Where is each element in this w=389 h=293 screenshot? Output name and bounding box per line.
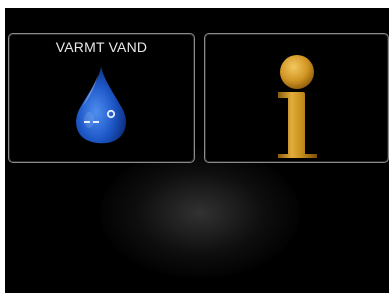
info-tile[interactable]	[204, 33, 389, 163]
water-drop-icon	[76, 66, 126, 144]
display-screen: VARMT VAND	[5, 8, 389, 293]
background-glow	[100, 148, 300, 278]
hot-water-tile[interactable]: VARMT VAND	[8, 33, 195, 163]
hot-water-title: VARMT VAND	[55, 39, 148, 55]
info-icon	[278, 55, 317, 158]
